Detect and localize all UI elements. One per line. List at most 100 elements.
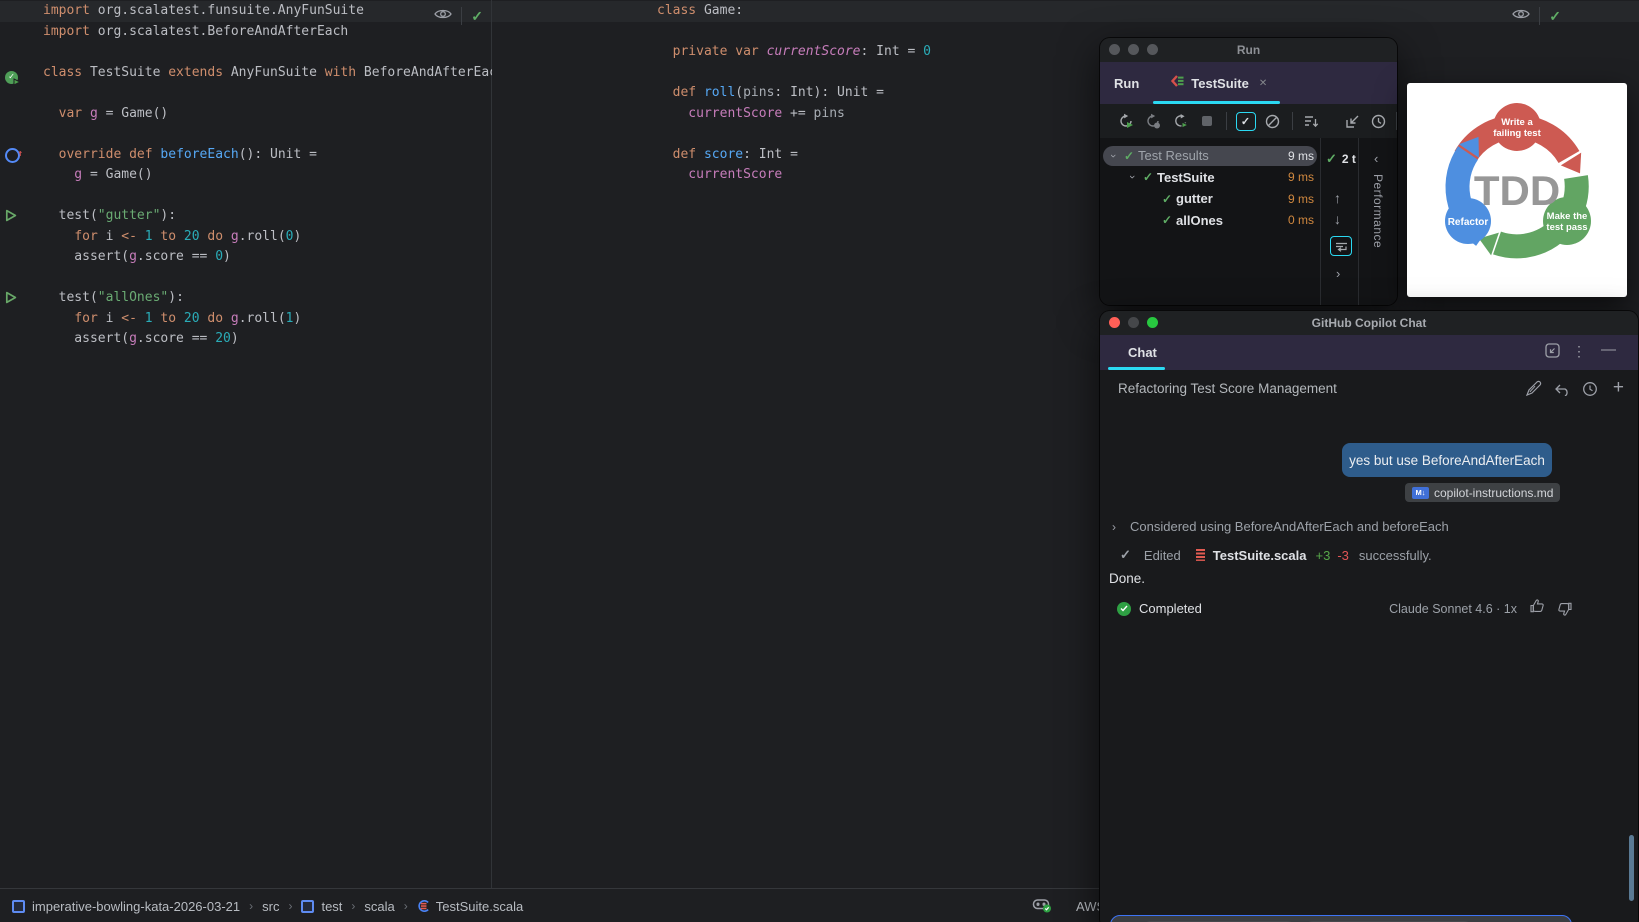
editor-test-suite[interactable]: import org.scalatest.funsuite.AnyFunSuit…: [0, 0, 513, 888]
test-duration: 0 ms: [1287, 213, 1314, 228]
code-line[interactable]: test("gutter"):: [0, 206, 491, 227]
expand-chevron-icon[interactable]: ›: [1126, 170, 1138, 184]
code-line[interactable]: ✓ class TestSuite extends AnyFunSuite wit…: [0, 63, 513, 86]
code-area-left[interactable]: import org.scalatest.funsuite.AnyFunSuit…: [0, 1, 513, 350]
code-line[interactable]: ↑ override def beforeEach(): Unit =: [0, 145, 491, 166]
test-result-row[interactable]: › ✓ TestSuite 9 ms: [1100, 167, 1320, 189]
rerun-passed-class-gutter-icon[interactable]: ✓: [5, 66, 21, 86]
considered-collapsible-row[interactable]: › Considered using BeforeAndAfterEach an…: [1112, 519, 1449, 534]
run-test-gutter-icon[interactable]: [5, 291, 21, 306]
thread-title: Refactoring Test Score Management: [1118, 381, 1337, 396]
thumbs-down-icon[interactable]: [1557, 602, 1572, 616]
breadcrumb-label: src: [262, 898, 280, 914]
next-failed-test-icon[interactable]: ↓: [1334, 211, 1341, 227]
traffic-lights[interactable]: [1109, 44, 1158, 55]
chat-window-titlebar[interactable]: GitHub Copilot Chat: [1100, 311, 1638, 335]
test-result-row[interactable]: › ✓ Test Results 9 ms: [1100, 145, 1320, 167]
thumbs-up-icon[interactable]: [1530, 599, 1545, 618]
module-icon: [12, 899, 25, 913]
completed-status-row: Completed Claude Sonnet 4.6 · 1x: [1117, 599, 1572, 618]
close-dot[interactable]: [1109, 317, 1120, 328]
test-history-clock-icon[interactable]: [1367, 109, 1390, 133]
code-line[interactable]: assert(g.score == 0): [0, 247, 491, 268]
close-icon[interactable]: ✕: [1259, 78, 1267, 89]
breadcrumb-label: imperative-bowling-kata-2026-03-21: [32, 898, 241, 914]
minimize-dot[interactable]: [1128, 317, 1139, 328]
code-line[interactable]: [0, 186, 491, 207]
edited-file-row[interactable]: ✓ Edited TestSuite.scala +3 -3 successfu…: [1120, 547, 1432, 563]
chat-input-box[interactable]: TestSuite.scalaONM↓copilot-instructions.…: [1110, 915, 1572, 922]
tab-chat[interactable]: Chat: [1128, 345, 1157, 360]
code-line[interactable]: var g = Game(): [0, 104, 491, 125]
scrollbar-thumb[interactable]: [1629, 835, 1634, 901]
traffic-lights[interactable]: [1109, 317, 1158, 328]
code-line[interactable]: [0, 42, 491, 63]
code-line[interactable]: [0, 83, 491, 104]
breadcrumb[interactable]: imperative-bowling-kata-2026-03-21 › src › t…: [12, 899, 523, 914]
rerun-failed-button[interactable]: [1141, 109, 1164, 133]
code-line[interactable]: [0, 268, 491, 289]
new-chat-plus-icon[interactable]: +: [1613, 377, 1624, 399]
close-dot[interactable]: [1109, 44, 1120, 55]
zoom-dot[interactable]: [1147, 317, 1158, 328]
run-test-gutter-icon[interactable]: [5, 209, 21, 224]
user-attachment-chip[interactable]: M↓ copilot-instructions.md: [1405, 483, 1561, 502]
import-test-results-button[interactable]: [1341, 109, 1364, 133]
minimize-icon[interactable]: —: [1601, 341, 1616, 358]
test-duration: 9 ms: [1287, 170, 1314, 185]
test-result-row[interactable]: ✓ gutter 9 ms: [1100, 188, 1320, 210]
code-line[interactable]: test("allOnes"):: [0, 288, 491, 309]
open-in-editor-icon[interactable]: [1545, 343, 1560, 363]
minimize-dot[interactable]: [1128, 44, 1139, 55]
run-window-titlebar[interactable]: Run: [1100, 38, 1397, 62]
rerun-tests-button[interactable]: [1114, 109, 1137, 133]
test-result-row[interactable]: ✓ allOnes 0 ms: [1100, 210, 1320, 232]
run-label[interactable]: Run: [1114, 76, 1139, 91]
no-problems-check-icon[interactable]: ✓: [1549, 8, 1561, 25]
chat-conversation[interactable]: yes but use BeforeAndAfterEach M↓ copilo…: [1100, 408, 1638, 922]
code-line[interactable]: private var currentScore: Int = 0: [492, 42, 1639, 63]
edited-file-name[interactable]: TestSuite.scala: [1213, 548, 1307, 563]
no-problems-check-icon[interactable]: ✓: [471, 8, 483, 25]
stop-button[interactable]: [1195, 109, 1218, 133]
sort-tests-button[interactable]: [1300, 109, 1323, 133]
undo-icon[interactable]: [1554, 383, 1570, 401]
previous-failed-test-icon[interactable]: ↑: [1334, 190, 1341, 206]
toggle-auto-test-button[interactable]: [1169, 109, 1192, 133]
more-options-kebab-icon[interactable]: ⋮: [1572, 343, 1586, 360]
override-marker-gutter-icon[interactable]: ↑: [5, 147, 23, 163]
scala-file-icon: [417, 899, 436, 913]
breadcrumb-item[interactable]: scala: [364, 899, 394, 914]
code-line[interactable]: class Game:: [492, 1, 1639, 22]
zoom-dot[interactable]: [1147, 44, 1158, 55]
breadcrumb-item[interactable]: src: [262, 899, 279, 914]
code-line[interactable]: [492, 63, 1639, 84]
code-line[interactable]: import org.scalatest.BeforeAndAfterEach: [0, 22, 491, 43]
eye-icon[interactable]: [434, 7, 453, 25]
breadcrumb-item[interactable]: TestSuite.scala: [417, 899, 523, 914]
eye-icon[interactable]: [1512, 7, 1531, 25]
tab-testsuite[interactable]: TestSuite ✕: [1171, 74, 1267, 93]
breadcrumb-item[interactable]: test: [301, 899, 342, 914]
expand-strip-chevron-icon[interactable]: ›: [1336, 266, 1340, 281]
collapse-chevron-icon[interactable]: ‹: [1374, 151, 1378, 166]
expand-chevron-icon[interactable]: ›: [1107, 149, 1119, 163]
code-line[interactable]: g = Game(): [0, 165, 491, 186]
breadcrumb-item[interactable]: imperative-bowling-kata-2026-03-21: [12, 899, 240, 914]
ide-screen: import org.scalatest.funsuite.AnyFunSuit…: [0, 0, 1639, 922]
edit-thread-icon[interactable]: [1525, 380, 1542, 402]
run-side-strip: ✓ 2 t ↑ ↓ ›: [1320, 138, 1359, 305]
tab-performance[interactable]: Performance: [1371, 174, 1385, 248]
code-line[interactable]: [0, 124, 491, 145]
show-passed-filter[interactable]: ✓: [1234, 109, 1257, 133]
code-line[interactable]: for i <- 1 to 20 do g.roll(1): [0, 309, 491, 330]
test-results-tree[interactable]: › ✓ Test Results 9 ms › ✓ TestSuite 9 ms ✓ gutter…: [1100, 138, 1320, 305]
show-ignored-filter[interactable]: [1261, 109, 1284, 133]
history-clock-icon[interactable]: [1582, 381, 1598, 402]
track-running-test-button[interactable]: [1330, 236, 1352, 256]
copilot-status-icon[interactable]: [1032, 896, 1052, 917]
code-line[interactable]: [492, 22, 1639, 43]
code-line[interactable]: import org.scalatest.funsuite.AnyFunSuit…: [0, 1, 491, 22]
code-line[interactable]: assert(g.score == 20): [0, 329, 491, 350]
code-line[interactable]: for i <- 1 to 20 do g.roll(0): [0, 227, 491, 248]
